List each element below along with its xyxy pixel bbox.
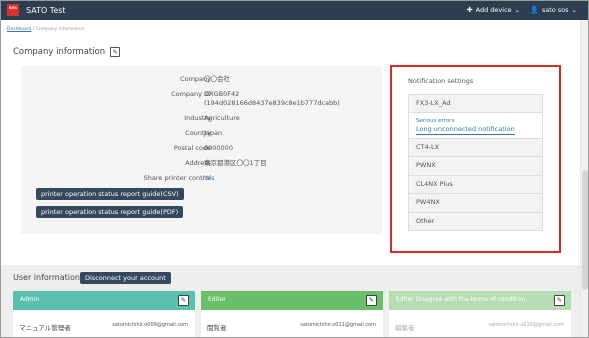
company-info-panel: Company 〇〇会社 Company ID ORGB0F42 (194d02… xyxy=(21,66,382,234)
notification-item-fx3[interactable]: FX3-LX_Ad xyxy=(408,94,543,113)
app-title[interactable]: SATO Test xyxy=(26,6,66,15)
edit-icon: ✎ xyxy=(556,297,563,304)
user-email: satomichihir.o010@gmail.com xyxy=(488,322,564,328)
user-menu-label: sato sos xyxy=(541,6,569,14)
breadcrumb-separator: / xyxy=(32,27,35,32)
company-id-value: ORGB0F42 xyxy=(204,90,240,98)
csv-report-guide-button[interactable]: printer operation status report guide(CS… xyxy=(36,188,184,200)
edit-icon: ✎ xyxy=(180,297,187,304)
breadcrumb: Dashboard / Company information xyxy=(7,27,85,32)
breadcrumb-dashboard[interactable]: Dashboard xyxy=(7,27,31,32)
user-information-title: User information xyxy=(13,273,80,282)
serious-errors-link[interactable]: Serious errors xyxy=(416,117,542,125)
edit-company-button[interactable]: ✎ xyxy=(110,47,121,57)
company-section-title: Company information ✎ xyxy=(13,47,121,57)
user-role: Editor xyxy=(208,296,226,303)
user-card-body: マニュアル管理者 satomichihir.o009@gmail.com xyxy=(13,310,195,338)
user-card-body: 閲覧者 satomichihir.o011@gmail.com xyxy=(201,310,383,338)
notification-item-cl4nx[interactable]: CL4NX Plus xyxy=(408,175,543,194)
chevron-down-icon: ⌄ xyxy=(571,6,577,14)
long-unconnected-link[interactable]: Long unconnected notification xyxy=(416,125,515,135)
edit-user-button[interactable]: ✎ xyxy=(554,295,565,306)
top-navbar: SOS SATO Test ✚ Add device ⌄ 👤 sato sos … xyxy=(0,0,589,20)
breadcrumb-current: Company information xyxy=(35,27,85,32)
industry-value: Agriculture xyxy=(204,114,240,122)
user-role: Admin xyxy=(20,296,40,303)
edit-icon: ✎ xyxy=(368,297,375,304)
notification-item-pwnx[interactable]: PWNX xyxy=(408,157,543,176)
add-device-menu[interactable]: ✚ Add device ⌄ xyxy=(467,6,520,14)
address-value: 東京都港区〇〇1丁目 xyxy=(204,159,267,167)
user-menu[interactable]: 👤 sato sos ⌄ xyxy=(530,6,577,14)
share-printer-control-value: Yes xyxy=(204,174,215,182)
plus-icon: ✚ xyxy=(466,6,473,14)
nav-right: ✚ Add device ⌄ 👤 sato sos ⌄ xyxy=(467,6,577,14)
user-email: satomichihir.o011@gmail.com xyxy=(300,322,376,328)
app-logo[interactable]: SOS xyxy=(7,4,19,16)
add-device-label: Add device xyxy=(475,6,512,14)
company-value: 〇〇会社 xyxy=(204,75,230,83)
user-email: satomichihir.o009@gmail.com xyxy=(112,322,188,328)
notification-item-fx3-details: Serious errors Long unconnected notifica… xyxy=(408,112,543,139)
user-name: マニュアル管理者 xyxy=(19,324,71,332)
page-title: Company information xyxy=(13,47,106,57)
company-id-hash: (194d028166d8437e839c8e1b777dcabb) xyxy=(204,99,340,107)
user-card-header: Editor ✎ xyxy=(201,291,383,310)
share-printer-control-label: Share printer control xyxy=(143,174,211,182)
user-card-editor-disagree[interactable]: Editor Disagree with the terms of condit… xyxy=(389,291,571,338)
user-name: 閲覧者 xyxy=(207,324,227,332)
notification-item-other[interactable]: Other xyxy=(408,212,543,231)
user-card-header: Admin ✎ xyxy=(13,291,195,310)
notification-item-pw4nx[interactable]: PW4NX xyxy=(408,194,543,213)
user-card-editor[interactable]: Editor ✎ 閲覧者 satomichihir.o011@gmail.com xyxy=(201,291,383,338)
user-card-admin[interactable]: Admin ✎ マニュアル管理者 satomichihir.o009@gmail… xyxy=(13,291,195,338)
country-value: Japan xyxy=(204,129,223,137)
notification-settings-title: Notification settings xyxy=(408,77,474,85)
user-role: Editor Disagree with the terms of condit… xyxy=(396,296,526,303)
edit-user-button[interactable]: ✎ xyxy=(178,295,189,306)
edit-user-button[interactable]: ✎ xyxy=(366,295,377,306)
user-icon: 👤 xyxy=(530,6,539,14)
user-card-body: 編集者 satomichihir.o010@gmail.com xyxy=(389,310,571,338)
notification-device-list: FX3-LX_Ad Serious errors Long unconnecte… xyxy=(408,94,543,231)
pdf-report-guide-button[interactable]: printer operation status report guide(PD… xyxy=(36,206,184,218)
notification-settings-panel: Notification settings FX3-LX_Ad Serious … xyxy=(390,65,561,253)
edit-icon: ✎ xyxy=(112,48,118,56)
user-name: 編集者 xyxy=(395,324,415,332)
chevron-down-icon: ⌄ xyxy=(514,6,521,14)
scrollbar-thumb[interactable] xyxy=(582,170,588,290)
notification-item-ct4[interactable]: CT4-LX xyxy=(408,138,543,157)
disconnect-account-button[interactable]: Disconnect your account xyxy=(80,272,171,284)
page-scrollbar[interactable] xyxy=(580,20,588,338)
postal-code-value: 0000000 xyxy=(204,144,233,152)
user-card-header: Editor Disagree with the terms of condit… xyxy=(389,291,571,310)
